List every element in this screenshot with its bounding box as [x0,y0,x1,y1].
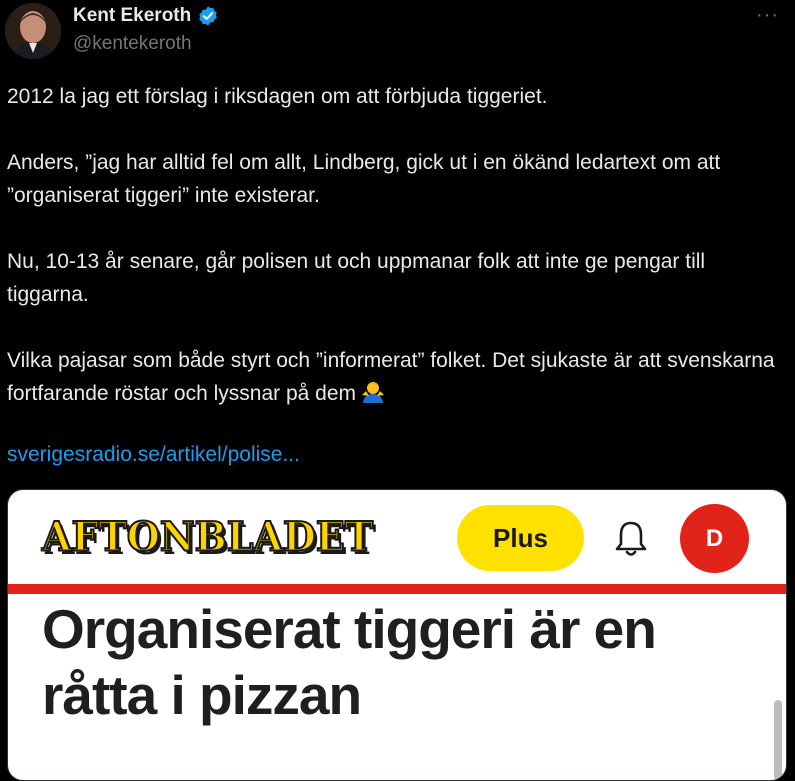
link-preview-card[interactable]: AFTONBLADET Plus D Organiserat tiggeri ä… [7,489,787,781]
scrollbar[interactable] [774,700,782,780]
plus-button[interactable]: Plus [457,505,584,571]
avatar[interactable] [5,3,61,59]
verified-badge-icon [199,6,218,26]
tweet-paragraph: 2012 la jag ett förslag i riksdagen om a… [7,85,548,108]
tweet-paragraph: Nu, 10-13 år senare, går polisen ut och … [7,250,706,306]
bell-icon[interactable] [612,518,650,558]
tweet-paragraph-text: Vilka pajasar som både styrt och ”inform… [7,349,775,405]
tweet-paragraph: Anders, ”jag har alltid fel om allt, Lin… [7,151,721,207]
article-link[interactable]: sverigesradio.se/artikel/polise... [7,443,300,467]
author-name[interactable]: Kent Ekeroth [73,5,219,27]
article-headline: Organiserat tiggeri är en råtta i pizzan [42,598,657,726]
tweet-paragraph-last: Vilka pajasar som både styrt och ”inform… [7,344,787,410]
man-shrugging-icon [362,382,385,403]
aftonbladet-logo: AFTONBLADET [41,512,374,561]
tweet-text: 2012 la jag ett förslag i riksdagen om a… [7,80,787,443]
more-options-icon[interactable]: ··· [756,4,779,27]
header-divider [8,584,786,594]
author-handle[interactable]: @kentekeroth [73,33,192,55]
user-account-button[interactable]: D [680,504,749,573]
author-name-text[interactable]: Kent Ekeroth [73,5,191,27]
